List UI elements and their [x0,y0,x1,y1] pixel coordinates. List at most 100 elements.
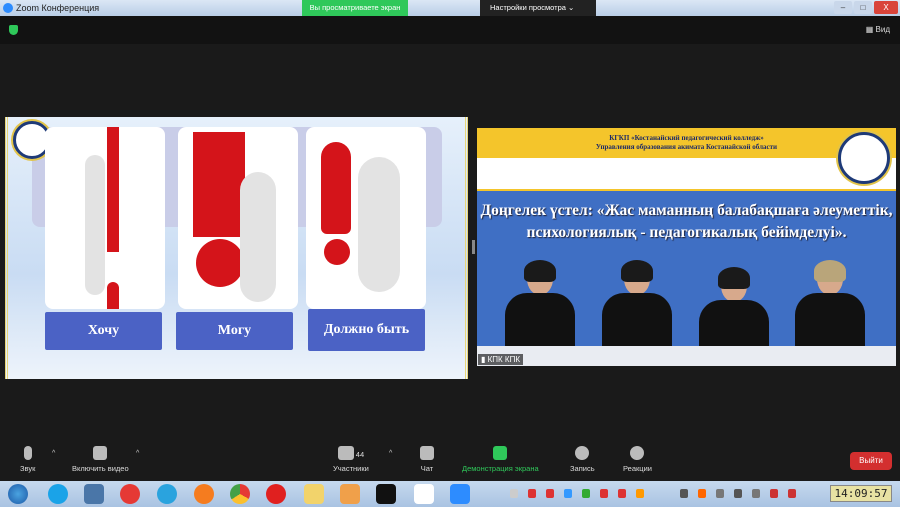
yandex-browser-icon[interactable] [414,484,434,504]
header-line-2: Управления образования акимата Костанайс… [595,143,778,152]
exclamation-icon [193,132,245,237]
participants-icon [337,446,354,460]
participant-name-label: ▮ КПК КПК [478,354,523,365]
leave-button[interactable]: Выйти [850,452,892,470]
participants-options-caret[interactable]: ^ [389,450,392,457]
tray-icon[interactable] [600,489,608,498]
microphone-icon [23,446,32,460]
maximize-button[interactable]: □ [854,1,872,14]
exclamation-dot [196,239,244,287]
record-button[interactable]: Запись [570,446,595,473]
audio-button[interactable]: Звук [20,446,35,473]
view-settings-label: Настройки просмотра [490,3,566,12]
participants-button[interactable]: 44 Участники [333,446,369,473]
reactions-button[interactable]: Реакции [623,446,652,473]
view-settings-button[interactable]: Настройки просмотра ⌄ [480,0,596,16]
chrome-icon[interactable] [230,484,250,504]
video-label: Включить видео [72,464,129,473]
share-label: Демонстрация экрана [462,464,539,473]
exclamation-icon [321,142,351,234]
table [477,346,896,366]
viewing-banner: Вы просматриваете экран КПК КПК [302,0,408,28]
tray-icon[interactable] [546,489,554,498]
tray-icon[interactable] [618,489,626,498]
audio-options-caret[interactable]: ^ [52,450,55,457]
header-white-band [477,158,896,191]
tiktok-icon[interactable] [376,484,396,504]
person [602,260,672,353]
participants-label: Участники [333,464,369,473]
file-explorer-icon[interactable] [304,484,324,504]
tray-icon[interactable] [510,489,518,498]
participant-name: КПК КПК [487,355,520,364]
reactions-label: Реакции [623,464,652,473]
record-label: Запись [570,464,595,473]
shared-slide: Хочу Могу Должно быть [5,117,468,379]
video-banner-title: Дөңгелек үстел: «Жас маманның балабақшағ… [480,202,893,241]
signal-icon: ▮ [481,355,488,364]
video-off-icon [93,446,108,460]
figure-icon [85,155,105,295]
image-card-want [45,127,165,309]
label-can: Могу [176,312,293,350]
tray-icon[interactable] [788,489,796,498]
split-resize-handle[interactable] [472,240,475,254]
audio-label: Звук [20,464,36,473]
label-must: Должно быть [308,309,425,351]
tray-icon[interactable] [770,489,778,498]
share-screen-button[interactable]: Демонстрация экрана [462,446,539,473]
windows-taskbar: 14:09:57 [0,481,900,507]
figure-icon [240,172,276,302]
person [505,260,575,353]
chat-label: Чат [420,464,434,473]
header-line-1: КГКП «Костанайский педагогический коллед… [609,134,764,142]
shield-icon[interactable] [9,25,18,35]
share-screen-icon [493,446,508,460]
video-options-caret[interactable]: ^ [136,450,139,457]
zoom-taskbar-icon[interactable] [450,484,470,504]
firefox-icon[interactable] [194,484,214,504]
tray-icon[interactable] [528,489,536,498]
system-clock[interactable]: 14:09:57 [830,485,892,502]
media-player-icon[interactable] [340,484,360,504]
image-card-must [306,127,426,309]
tray-icon[interactable] [698,489,706,498]
minimize-button[interactable]: – [834,1,852,14]
record-icon [575,446,590,460]
tray-icon[interactable] [716,489,724,498]
windows-start-icon[interactable] [8,484,28,504]
label-want: Хочу [45,312,162,350]
tray-icon[interactable] [680,489,688,498]
exclamation-dot [324,239,350,265]
vk-icon[interactable] [84,484,104,504]
window-title: Zoom Конференция [16,3,100,13]
exclamation-dot [107,282,119,309]
view-label: Вид [875,25,890,34]
view-button[interactable]: ▦ Вид [866,25,890,34]
person [795,260,865,353]
tray-icon[interactable] [582,489,590,498]
chevron-down-icon: ⌄ [568,3,575,12]
meeting-toolbar: Звук ^ Включить видео ^ 44 Участники ^ Ча… [0,440,900,481]
volume-icon[interactable] [752,489,760,498]
tray-icon[interactable] [734,489,742,498]
title-bar: Zoom Конференция Вы просматриваете экран… [0,0,900,28]
smiley-plus-icon [630,446,645,460]
person [699,267,769,360]
chat-button[interactable]: Чат [420,446,434,473]
college-logo [838,132,890,184]
chat-icon [420,446,434,460]
participants-count: 44 [355,449,365,459]
start-video-button[interactable]: Включить видео [72,446,129,473]
figure-icon [358,157,400,292]
image-card-can [178,127,298,309]
skype-icon[interactable] [48,484,68,504]
tray-icon[interactable] [564,489,572,498]
tray-icon[interactable] [636,489,644,498]
telegram-icon[interactable] [157,484,177,504]
participant-video[interactable]: КГКП «Костанайский педагогический коллед… [477,128,896,366]
yandex-icon[interactable] [120,484,140,504]
exclamation-icon [107,127,119,252]
close-button[interactable]: X [874,1,898,14]
opera-icon[interactable] [266,484,286,504]
